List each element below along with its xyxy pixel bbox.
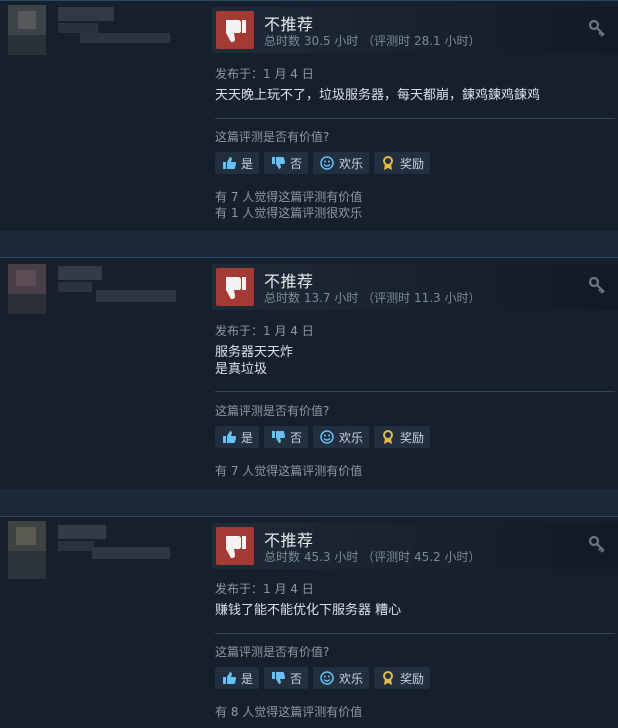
vote-no-button[interactable]: 否 bbox=[264, 152, 309, 174]
award-icon bbox=[383, 671, 394, 685]
vote-funny-label: 欢乐 bbox=[339, 671, 364, 686]
award-label: 奖励 bbox=[400, 430, 425, 445]
review-header: 不推荐 总时数 45.3 小时 （评测时 45.2 小时） bbox=[212, 523, 618, 569]
review-content: 服务器天天炸 是真垃圾 bbox=[215, 344, 293, 378]
review-text-line: 服务器天天炸 bbox=[215, 345, 294, 360]
helpful-stats: 有 7 人觉得这篇评测有价值 有 1 人觉得这篇评测很欢乐 bbox=[215, 189, 362, 221]
award-button[interactable]: 奖励 bbox=[374, 152, 431, 174]
hours-played: 总时数 30.5 小时 （评测时 28.1 小时） bbox=[264, 34, 481, 48]
review-separator bbox=[0, 489, 618, 516]
key-icon bbox=[588, 19, 605, 37]
award-icon bbox=[383, 156, 394, 170]
review-content: 赚钱了能不能优化下服务器 糟心 bbox=[215, 602, 401, 619]
thumbs-down-icon bbox=[216, 11, 254, 49]
vote-no-button[interactable]: 否 bbox=[264, 667, 309, 689]
helpful-count: 有 7 人觉得这篇评测有价值 bbox=[215, 190, 363, 204]
divider bbox=[215, 391, 615, 392]
helpful-stats: 有 7 人觉得这篇评测有价值 bbox=[215, 463, 362, 479]
key-icon bbox=[588, 276, 605, 294]
hours-played: 总时数 45.3 小时 （评测时 45.2 小时） bbox=[264, 550, 481, 564]
vote-funny-button[interactable]: 欢乐 bbox=[313, 667, 370, 689]
divider bbox=[215, 118, 615, 119]
vote-funny-button[interactable]: 欢乐 bbox=[313, 426, 370, 448]
thumbs-up-icon bbox=[223, 431, 236, 443]
vote-no-label: 否 bbox=[290, 671, 303, 686]
vote-buttons: 是 否 欢乐 奖励 bbox=[215, 426, 431, 448]
award-icon bbox=[383, 430, 394, 444]
smiley-icon bbox=[320, 671, 334, 685]
hours-played: 总时数 13.7 小时 （评测时 11.3 小时） bbox=[264, 291, 481, 305]
thumbs-down-icon bbox=[216, 268, 254, 306]
user-avatar-blurred[interactable] bbox=[0, 258, 200, 338]
vote-yes-button[interactable]: 是 bbox=[215, 667, 260, 689]
award-label: 奖励 bbox=[400, 671, 425, 686]
review-text-line: 天天晚上玩不了，垃圾服务器，每天都崩，鍊鸡鍊鸡鍊鸡 bbox=[215, 88, 541, 103]
award-button[interactable]: 奖励 bbox=[374, 667, 431, 689]
vote-funny-label: 欢乐 bbox=[339, 430, 364, 445]
award-label: 奖励 bbox=[400, 156, 425, 171]
review-card: 不推荐 总时数 13.7 小时 （评测时 11.3 小时） 发布于：1 月 4 … bbox=[0, 257, 618, 490]
helpful-stats: 有 8 人觉得这篇评测有价值 bbox=[215, 704, 362, 720]
helpful-count: 有 8 人觉得这篇评测有价值 bbox=[215, 705, 363, 719]
vote-no-label: 否 bbox=[290, 430, 303, 445]
posted-date: 发布于：1 月 4 日 bbox=[215, 67, 314, 81]
vote-buttons: 是 否 欢乐 奖励 bbox=[215, 152, 431, 174]
helpful-question: 这篇评测是否有价值? bbox=[215, 645, 330, 659]
user-avatar-blurred[interactable] bbox=[0, 1, 200, 81]
helpful-question: 这篇评测是否有价值? bbox=[215, 404, 330, 418]
vote-yes-label: 是 bbox=[241, 671, 254, 686]
vote-yes-label: 是 bbox=[241, 430, 254, 445]
divider bbox=[215, 633, 615, 634]
vote-no-label: 否 bbox=[290, 156, 303, 171]
review-header: 不推荐 总时数 13.7 小时 （评测时 11.3 小时） bbox=[212, 264, 618, 310]
award-button[interactable]: 奖励 bbox=[374, 426, 431, 448]
review-separator bbox=[0, 231, 618, 257]
thumbs-down-icon bbox=[272, 672, 286, 684]
review-card: 不推荐 总时数 30.5 小时 （评测时 28.1 小时） 发布于：1 月 4 … bbox=[0, 0, 618, 232]
review-content: 天天晚上玩不了，垃圾服务器，每天都崩，鍊鸡鍊鸡鍊鸡 bbox=[215, 87, 540, 104]
review-header: 不推荐 总时数 30.5 小时 （评测时 28.1 小时） bbox=[212, 7, 618, 53]
smiley-icon bbox=[320, 430, 334, 444]
thumbs-up-icon bbox=[223, 672, 236, 684]
funny-count: 有 1 人觉得这篇评测很欢乐 bbox=[215, 206, 363, 220]
thumbs-down-icon bbox=[272, 157, 286, 169]
helpful-count: 有 7 人觉得这篇评测有价值 bbox=[215, 464, 363, 478]
review-text-line: 赚钱了能不能优化下服务器 糟心 bbox=[215, 603, 402, 618]
vote-no-button[interactable]: 否 bbox=[264, 426, 309, 448]
vote-yes-button[interactable]: 是 bbox=[215, 152, 260, 174]
vote-funny-label: 欢乐 bbox=[339, 156, 364, 171]
smiley-icon bbox=[320, 156, 334, 170]
thumbs-down-icon bbox=[272, 431, 286, 443]
vote-buttons: 是 否 欢乐 奖励 bbox=[215, 667, 431, 689]
review-card: 不推荐 总时数 45.3 小时 （评测时 45.2 小时） 发布于：1 月 4 … bbox=[0, 516, 618, 728]
posted-date: 发布于：1 月 4 日 bbox=[215, 582, 314, 596]
review-text-line: 是真垃圾 bbox=[215, 362, 268, 377]
helpful-question: 这篇评测是否有价值? bbox=[215, 130, 330, 144]
vote-yes-button[interactable]: 是 bbox=[215, 426, 260, 448]
vote-yes-label: 是 bbox=[241, 156, 254, 171]
user-avatar-blurred[interactable] bbox=[0, 517, 200, 597]
thumbs-down-icon bbox=[216, 527, 254, 565]
vote-funny-button[interactable]: 欢乐 bbox=[313, 152, 370, 174]
posted-date: 发布于：1 月 4 日 bbox=[215, 324, 314, 338]
key-icon bbox=[588, 535, 605, 553]
thumbs-up-icon bbox=[223, 157, 236, 169]
